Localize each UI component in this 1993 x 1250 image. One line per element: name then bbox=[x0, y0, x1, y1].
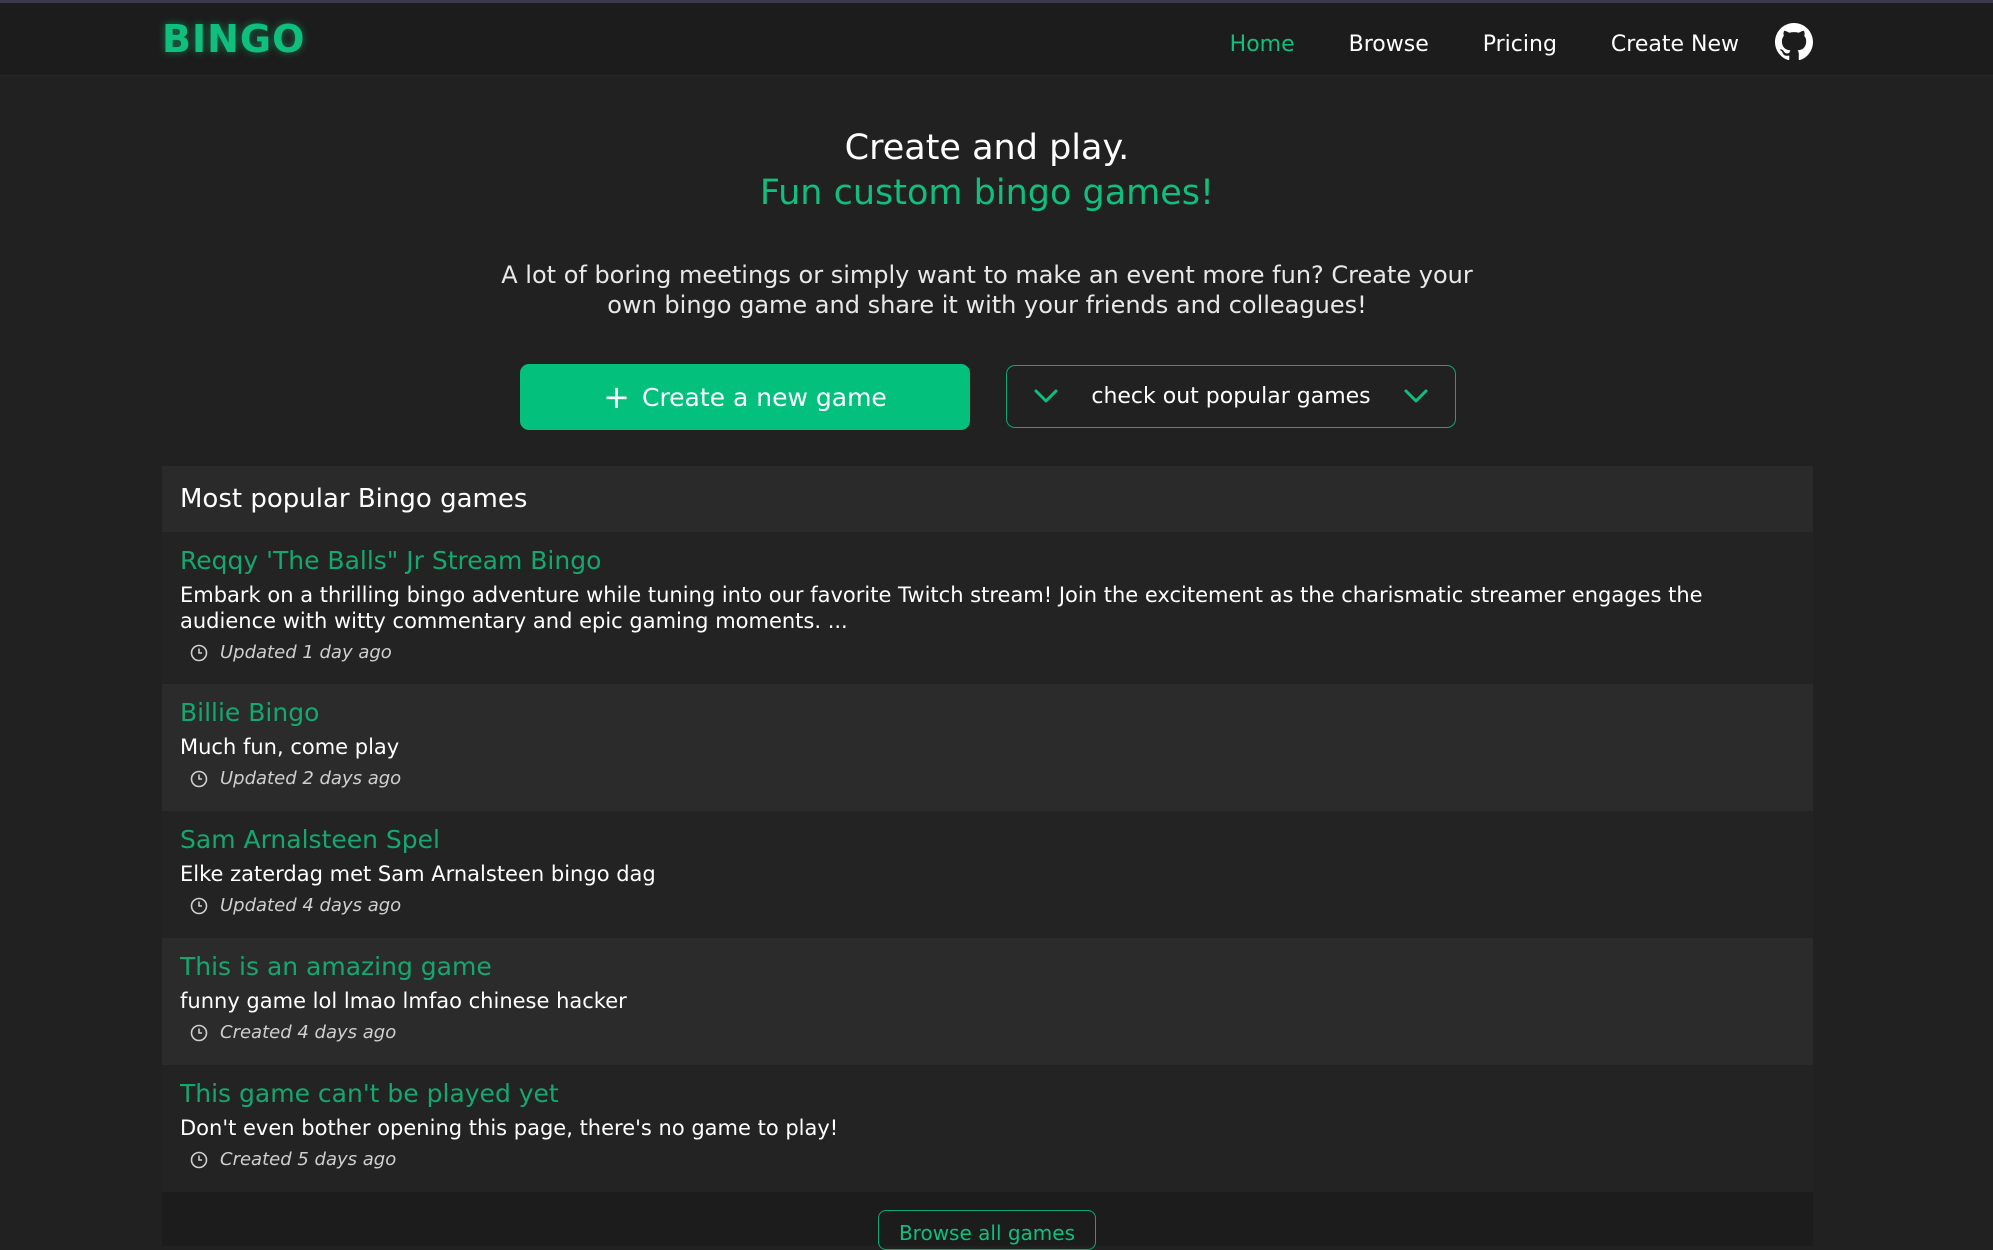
logo[interactable]: BINGO bbox=[162, 17, 305, 61]
popular-games-label: check out popular games bbox=[1091, 384, 1371, 409]
game-meta: Created 5 days ago bbox=[190, 1149, 396, 1170]
create-game-label: Create a new game bbox=[641, 382, 887, 412]
clock-icon bbox=[190, 644, 208, 661]
list-item: This is an amazing game funny game lol l… bbox=[162, 938, 1813, 1065]
game-description: Don't even bother opening this page, the… bbox=[180, 1116, 839, 1140]
popular-games-panel: Most popular Bingo games Reqqy 'The Ball… bbox=[162, 466, 1813, 1246]
list-item: Reqqy 'The Balls" Jr Stream Bingo Embark… bbox=[162, 532, 1813, 684]
clock-icon bbox=[190, 897, 208, 914]
clock-icon bbox=[190, 1024, 208, 1041]
game-meta: Updated 1 day ago bbox=[190, 642, 392, 663]
game-meta: Created 4 days ago bbox=[190, 1022, 396, 1043]
game-meta-text: Created 4 days ago bbox=[220, 1022, 397, 1043]
game-meta-text: Created 5 days ago bbox=[220, 1149, 397, 1170]
chevron-down-icon bbox=[1034, 389, 1058, 403]
create-game-button[interactable]: + Create a new game bbox=[520, 364, 970, 430]
hero-description: A lot of boring meetings or simply want … bbox=[501, 261, 1473, 319]
game-meta-text: Updated 2 days ago bbox=[220, 768, 402, 789]
game-meta-text: Updated 4 days ago bbox=[220, 895, 402, 916]
game-title-link[interactable]: Billie Bingo bbox=[180, 698, 319, 727]
nav-home-link[interactable]: Home bbox=[1230, 32, 1295, 57]
clock-icon bbox=[190, 1151, 208, 1168]
game-meta-text: Updated 1 day ago bbox=[220, 642, 392, 663]
list-item: This game can't be played yet Don't even… bbox=[162, 1065, 1813, 1192]
game-description: Embark on a thrilling bingo adventure wh… bbox=[180, 583, 1703, 633]
list-item: Sam Arnalsteen Spel Elke zaterdag met Sa… bbox=[162, 811, 1813, 938]
nav-browse-link[interactable]: Browse bbox=[1349, 32, 1429, 57]
game-title-link[interactable]: This game can't be played yet bbox=[180, 1079, 559, 1108]
plus-icon: + bbox=[603, 378, 630, 416]
popular-games-heading: Most popular Bingo games bbox=[162, 466, 1813, 532]
chevron-down-icon bbox=[1404, 389, 1428, 403]
main-nav: Home Browse Pricing Create New bbox=[1176, 23, 1813, 61]
game-description: Much fun, come play bbox=[180, 735, 400, 759]
popular-games-list: Reqqy 'The Balls" Jr Stream Bingo Embark… bbox=[162, 532, 1813, 1192]
game-meta: Updated 4 days ago bbox=[190, 895, 401, 916]
clock-icon bbox=[190, 770, 208, 787]
hero-title: Create and play. bbox=[844, 128, 1130, 168]
github-icon[interactable] bbox=[1775, 23, 1813, 61]
popular-games-button[interactable]: check out popular games bbox=[1006, 365, 1456, 428]
game-meta: Updated 2 days ago bbox=[190, 768, 401, 789]
list-item: Billie Bingo Much fun, come play Updated… bbox=[162, 684, 1813, 811]
hero-subtitle: Fun custom bingo games! bbox=[759, 173, 1215, 213]
nav-pricing-link[interactable]: Pricing bbox=[1483, 32, 1557, 57]
nav-create-new-link[interactable]: Create New bbox=[1611, 32, 1739, 57]
game-title-link[interactable]: Sam Arnalsteen Spel bbox=[180, 825, 440, 854]
browse-all-games-button[interactable]: Browse all games bbox=[878, 1210, 1096, 1250]
game-description: funny game lol lmao lmfao chinese hacker bbox=[180, 989, 627, 1013]
game-title-link[interactable]: Reqqy 'The Balls" Jr Stream Bingo bbox=[180, 546, 601, 575]
game-description: Elke zaterdag met Sam Arnalsteen bingo d… bbox=[180, 862, 656, 886]
top-navbar: BINGO Home Browse Pricing Create New bbox=[0, 0, 1993, 76]
game-title-link[interactable]: This is an amazing game bbox=[180, 952, 492, 981]
